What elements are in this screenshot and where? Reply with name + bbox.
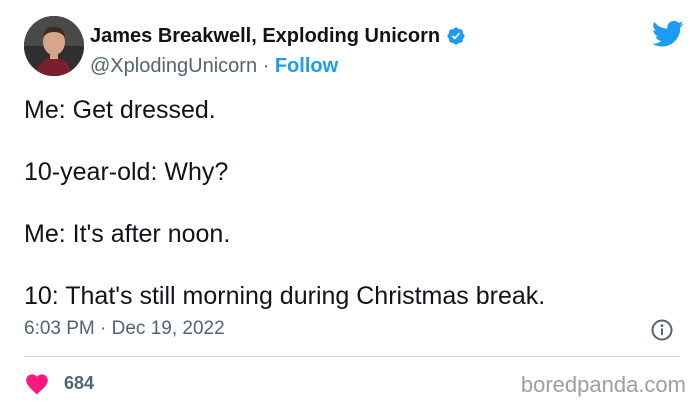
tweet-line: 10-year-old: Why? xyxy=(24,158,229,186)
tweet-header: James Breakwell, Exploding Unicorn @Xplo… xyxy=(24,16,684,80)
tweet-timestamp[interactable]: 6:03 PM · Dec 19, 2022 xyxy=(24,318,225,340)
heart-icon xyxy=(24,371,50,395)
avatar[interactable] xyxy=(24,16,84,76)
author-name[interactable]: James Breakwell, Exploding Unicorn xyxy=(90,25,440,48)
author-name-row: James Breakwell, Exploding Unicorn xyxy=(90,24,466,48)
watermark: boredpanda.com xyxy=(520,372,686,397)
verified-badge-icon xyxy=(446,26,466,46)
twitter-bird-icon[interactable] xyxy=(652,20,684,48)
like-count: 684 xyxy=(64,372,95,393)
handle-separator: · xyxy=(257,55,275,77)
author-handle[interactable]: @XplodingUnicorn xyxy=(90,55,257,77)
author-handle-row: @XplodingUnicorn · Follow xyxy=(90,55,338,78)
tweet-line: 10: That's still morning during Christma… xyxy=(24,282,546,310)
like-button[interactable]: 684 xyxy=(24,370,94,396)
tweet-body: Me: Get dressed. 10-year-old: Why? Me: I… xyxy=(24,92,684,314)
follow-button[interactable]: Follow xyxy=(275,55,338,77)
info-icon[interactable] xyxy=(651,319,673,341)
avatar-image xyxy=(24,16,84,76)
tweet-line: Me: It's after noon. xyxy=(24,220,231,248)
divider xyxy=(24,356,680,357)
tweet-line: Me: Get dressed. xyxy=(24,96,216,124)
